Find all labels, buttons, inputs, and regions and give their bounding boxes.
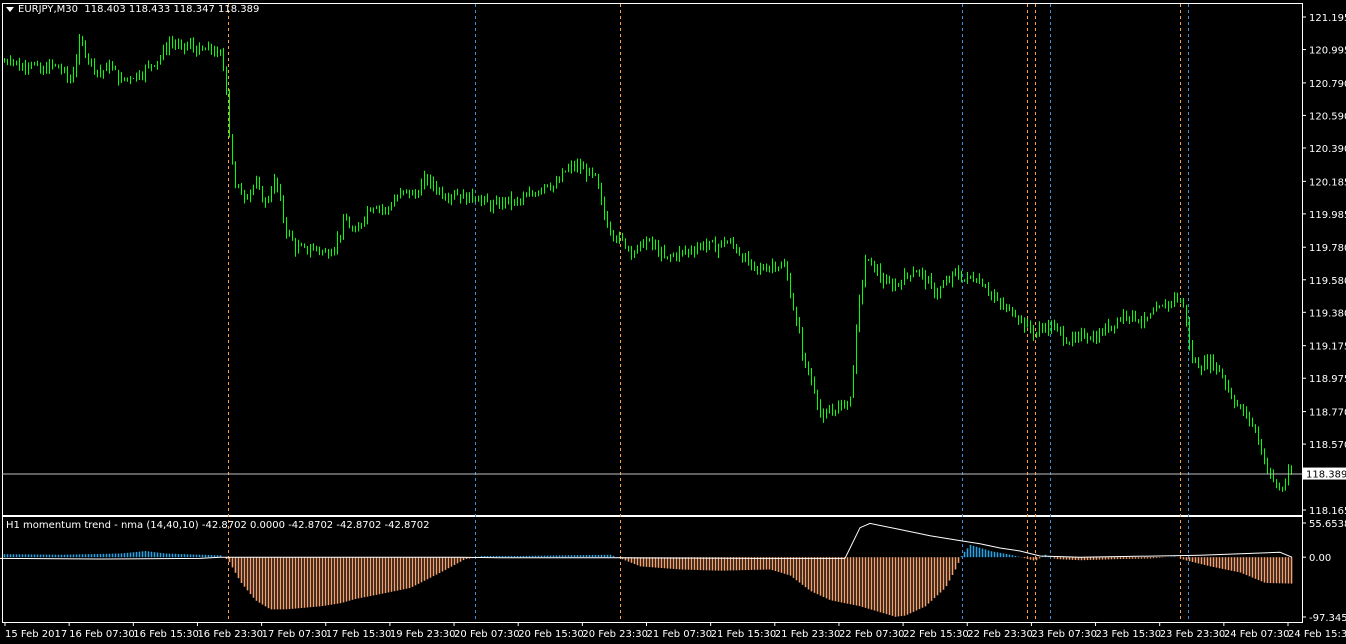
price-tick-label: 119.985 (1309, 210, 1346, 221)
price-tick-label: 118.165 (1309, 506, 1346, 517)
time-tick-label: 21 Feb 23:30 (775, 629, 841, 640)
price-tick-label: 120.995 (1309, 46, 1346, 57)
collapse-triangle-icon[interactable] (6, 6, 14, 12)
time-tick-label: 21 Feb 15:30 (711, 629, 777, 640)
price-tick-label: 118.770 (1309, 408, 1346, 419)
indicator-tick-label: -97.3455 (1309, 613, 1346, 624)
time-tick-label: 16 Feb 23:30 (197, 629, 263, 640)
time-tick-label: 22 Feb 23:30 (967, 629, 1033, 640)
open-value: 118.403 (84, 4, 126, 15)
indicator-value-4: -42.8702 (384, 520, 430, 531)
time-tick-label: 22 Feb 15:30 (903, 629, 969, 640)
main-chart-info: EURJPY,M30 118.403 118.433 118.347 118.3… (6, 4, 259, 15)
time-tick-label: 24 Feb 07:30 (1224, 629, 1290, 640)
chart-canvas[interactable]: 118.389 121.195 120.995 120.790 120.590 120.3… (0, 0, 1346, 644)
time-tick-label: 17 Feb 07:30 (262, 629, 328, 640)
main-pane-border (2, 3, 1303, 516)
indicator-name: H1 momentum trend - nma (14,40,10) (6, 520, 199, 531)
price-tick-label: 118.975 (1309, 374, 1346, 385)
indicator-value-2: -42.8702 (288, 520, 334, 531)
time-tick-label: 16 Feb 15:30 (133, 629, 199, 640)
histogram-group (3, 544, 1293, 617)
time-tick-label: 20 Feb 07:30 (454, 629, 520, 640)
price-tick-label: 120.185 (1309, 177, 1346, 188)
indicator-value-3: -42.8702 (336, 520, 382, 531)
time-tick-label: 23 Feb 07:30 (1031, 629, 1097, 640)
time-tick-label: 24 Feb 15:30 (1288, 629, 1346, 640)
price-tick-label: 118.570 (1309, 440, 1346, 451)
price-tick-label: 120.590 (1309, 111, 1346, 122)
indicator-value-1: 0.0000 (250, 520, 286, 531)
time-tick-label: 16 Feb 07:30 (69, 629, 135, 640)
time-tick-label: 23 Feb 23:30 (1160, 629, 1226, 640)
indicator-tick-label: 0.00 (1309, 553, 1331, 564)
time-tick-label: 19 Feb 23:30 (390, 629, 456, 640)
time-tick-label: 22 Feb 07:30 (839, 629, 905, 640)
time-tick-label: 23 Feb 15:30 (1096, 629, 1162, 640)
close-value: 118.389 (218, 4, 260, 15)
time-tick-label: 15 Feb 2017 (5, 629, 67, 640)
time-tick-label: 20 Feb 15:30 (518, 629, 584, 640)
current-price-label: 118.389 (1306, 470, 1346, 481)
high-value: 118.433 (128, 4, 171, 15)
candles-group (4, 34, 1292, 492)
price-tick-label: 120.390 (1309, 144, 1346, 155)
time-tick-label: 17 Feb 15:30 (326, 629, 392, 640)
indicator-tick-label: 55.6538 (1309, 519, 1346, 530)
price-tick-label: 119.780 (1309, 243, 1346, 254)
price-tick-label: 121.195 (1309, 13, 1346, 24)
indicator-pane-border (2, 516, 1303, 623)
price-tick-label: 119.380 (1309, 308, 1346, 319)
price-tick-label: 119.580 (1309, 276, 1346, 287)
time-tick-label: 21 Feb 07:30 (647, 629, 713, 640)
price-tick-label: 119.175 (1309, 342, 1346, 353)
low-value: 118.347 (173, 4, 215, 15)
indicator-info: H1 momentum trend - nma (14,40,10) -42.8… (6, 520, 429, 531)
indicator-value-0: -42.8702 (201, 520, 247, 531)
price-tick-label: 120.790 (1309, 79, 1346, 90)
time-tick-label: 20 Feb 23:30 (582, 629, 648, 640)
symbol-label: EURJPY,M30 (18, 4, 78, 15)
